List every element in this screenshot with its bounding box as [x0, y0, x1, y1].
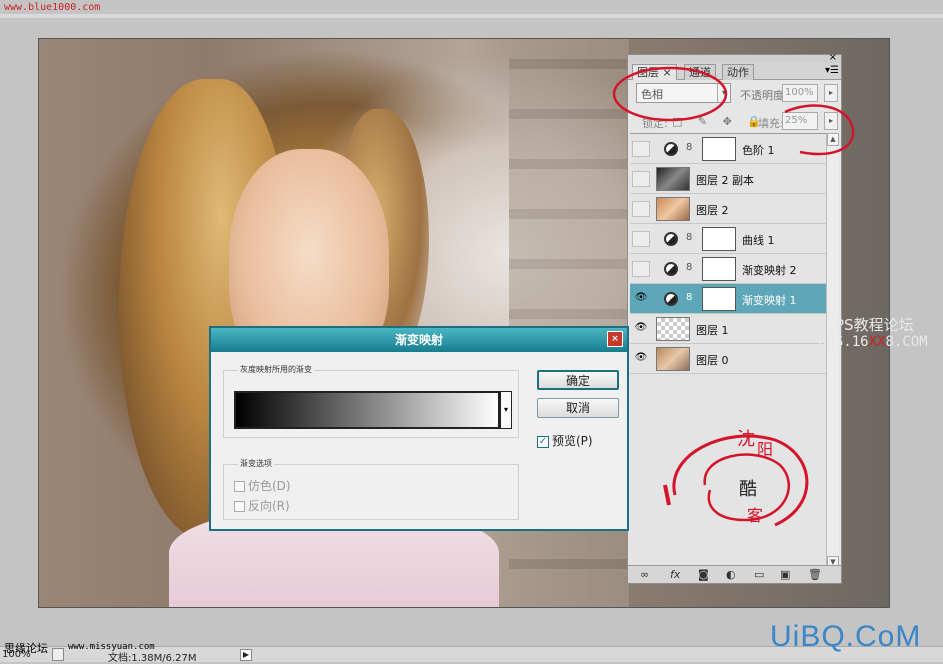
checkmark-icon: ✓: [537, 435, 549, 448]
close-icon[interactable]: ×: [607, 331, 623, 347]
red-seal-stamp: 沈 阳 酷 客: [663, 429, 809, 527]
svg-text:酷: 酷: [739, 479, 757, 500]
watermark-ps-forum: PS教程论坛: [835, 316, 914, 334]
gradient-dropdown-icon[interactable]: ▾: [500, 391, 512, 429]
svg-text:客: 客: [747, 506, 763, 525]
options-group-label: 渐变选项: [238, 458, 274, 469]
watermark-bottom-right: UiBQ.CoM: [770, 620, 922, 653]
gradient-preview-bar[interactable]: [234, 391, 500, 429]
ok-button[interactable]: 确定: [537, 370, 619, 390]
watermark-bottom-left: 思缘论坛: [4, 642, 48, 655]
watermark-ps-url: BBS.16XX8.COM: [818, 334, 928, 350]
svg-text:沈: 沈: [737, 429, 755, 450]
status-menu-arrow-icon[interactable]: ▶: [240, 649, 252, 661]
annotation-circle-fill: [784, 104, 855, 156]
navigator-icon[interactable]: [52, 648, 64, 661]
watermark-bottom-left-url: www.missyuan.com: [68, 642, 155, 652]
gradient-group: 灰度映射所用的渐变 ▾: [223, 364, 519, 438]
svg-text:阳: 阳: [757, 440, 773, 459]
annotation-circle-blend: [612, 66, 728, 122]
dialog-titlebar[interactable]: 渐变映射 ×: [211, 328, 627, 352]
gradient-group-label: 灰度映射所用的渐变: [238, 364, 314, 375]
gradient-map-dialog: 渐变映射 × 灰度映射所用的渐变 ▾ 渐变选项 仿色(D) 反向(R) 确定 取…: [209, 326, 629, 531]
reverse-checkbox[interactable]: 反向(R): [234, 497, 290, 514]
dialog-title: 渐变映射: [394, 333, 443, 347]
cancel-button[interactable]: 取消: [537, 398, 619, 418]
gradient-options-group: 渐变选项 仿色(D) 反向(R): [223, 458, 519, 520]
preview-checkbox[interactable]: ✓ 预览(P): [537, 432, 593, 449]
dither-checkbox[interactable]: 仿色(D): [234, 477, 291, 494]
